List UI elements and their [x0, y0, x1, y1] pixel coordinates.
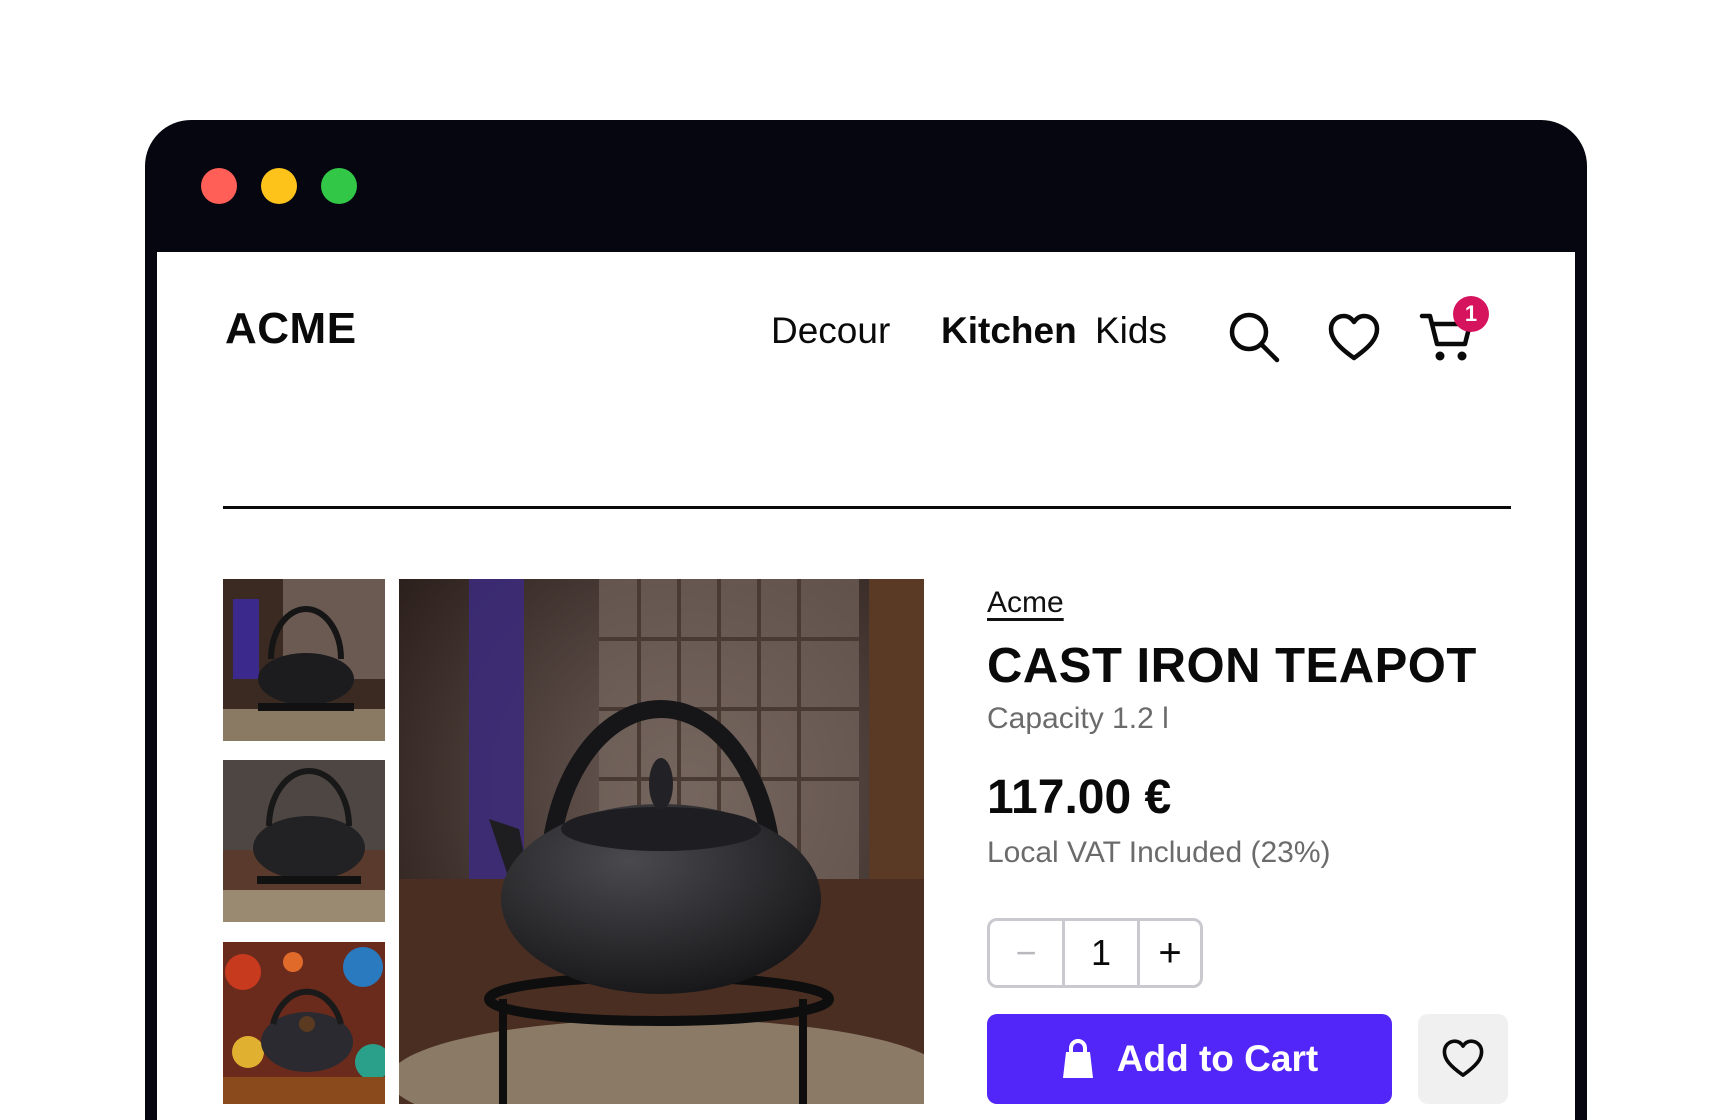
maximize-window-button[interactable] — [321, 168, 357, 204]
page-viewport: ACME Decour Kitchen Kids 1 Acme CAST IRO… — [157, 252, 1575, 1120]
nav-link-kids[interactable]: Kids — [1095, 310, 1167, 352]
cart-count-badge: 1 — [1453, 296, 1489, 332]
quantity-value[interactable]: 1 — [1062, 921, 1140, 985]
brand-link[interactable]: Acme — [987, 586, 1064, 620]
quantity-stepper: − 1 + — [987, 918, 1203, 988]
vat-note: Local VAT Included (23%) — [987, 836, 1331, 869]
nav-link-kitchen[interactable]: Kitchen — [941, 310, 1077, 352]
product-title: CAST IRON TEAPOT — [987, 639, 1477, 693]
thumbnail-2[interactable] — [223, 760, 385, 922]
teapot-thumbnail-image-2 — [223, 760, 385, 922]
heart-icon[interactable] — [1327, 312, 1381, 364]
add-to-cart-button[interactable]: Add to Cart — [987, 1014, 1392, 1104]
product-price: 117.00 € — [987, 771, 1172, 824]
site-logo[interactable]: ACME — [225, 304, 357, 354]
nav-link-decour[interactable]: Decour — [771, 310, 890, 352]
increase-quantity-button[interactable]: + — [1140, 921, 1200, 985]
shopping-bag-icon — [1062, 1039, 1093, 1078]
teapot-thumbnail-image-1 — [223, 579, 385, 741]
add-to-wishlist-button[interactable] — [1418, 1014, 1508, 1104]
product-main-image[interactable] — [399, 579, 924, 1104]
teapot-photo — [399, 579, 924, 1104]
decrease-quantity-button[interactable]: − — [990, 921, 1062, 985]
search-icon[interactable] — [1227, 310, 1281, 364]
browser-window: ACME Decour Kitchen Kids 1 Acme CAST IRO… — [145, 120, 1587, 1120]
heart-icon — [1442, 1039, 1484, 1077]
product-capacity: Capacity 1.2 l — [987, 702, 1169, 735]
thumbnail-1[interactable] — [223, 579, 385, 741]
close-window-button[interactable] — [201, 168, 237, 204]
header-divider — [223, 506, 1511, 509]
add-to-cart-label: Add to Cart — [1116, 1038, 1319, 1079]
minimize-window-button[interactable] — [261, 168, 297, 204]
